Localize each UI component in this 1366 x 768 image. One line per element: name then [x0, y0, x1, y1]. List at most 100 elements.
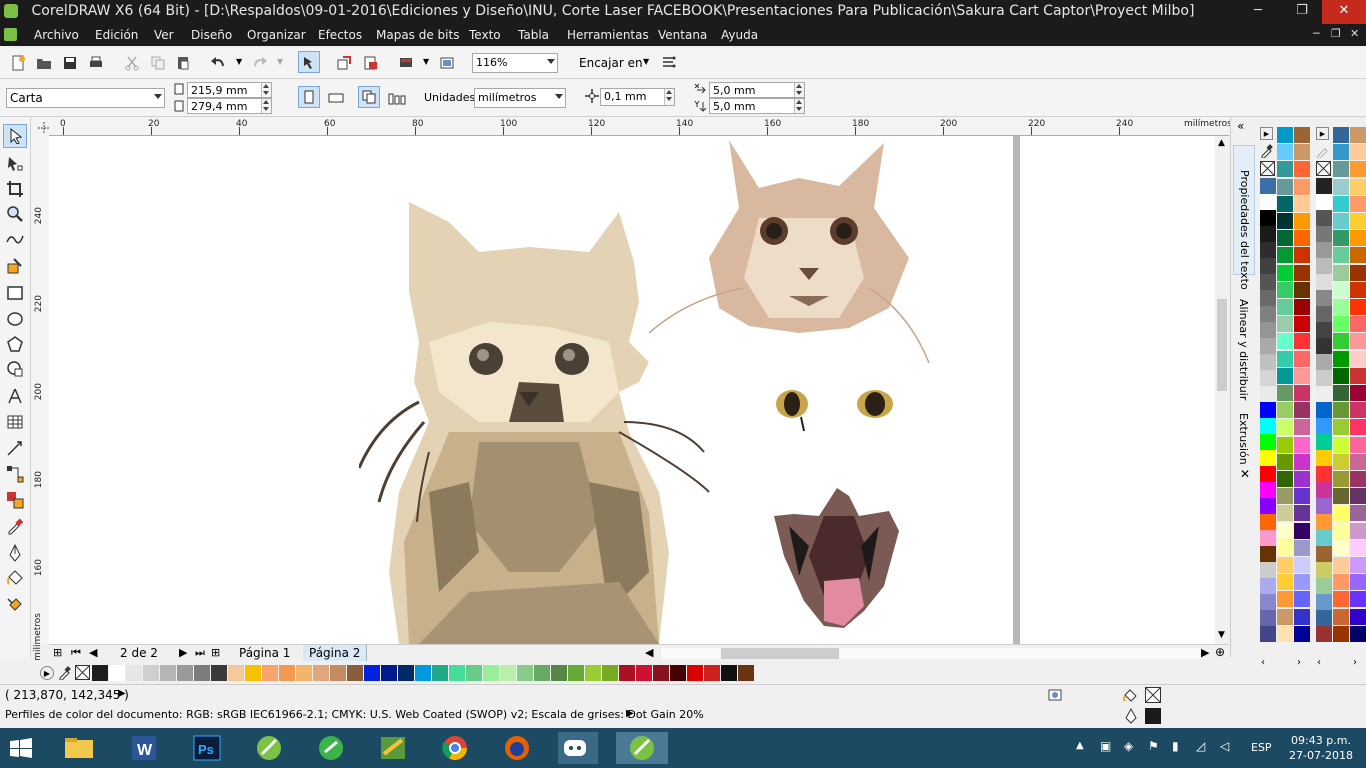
- color-swatch[interactable]: [1333, 333, 1349, 350]
- color-swatch[interactable]: [1260, 594, 1276, 610]
- color-swatch[interactable]: [1316, 226, 1332, 242]
- palette-eyedropper-icon[interactable]: [1316, 144, 1330, 158]
- menu-ver[interactable]: Ver: [154, 28, 174, 42]
- new-document-icon[interactable]: [10, 55, 26, 71]
- color-swatch[interactable]: [1316, 530, 1332, 546]
- color-swatch[interactable]: [1277, 247, 1293, 264]
- color-swatch[interactable]: [1316, 418, 1332, 434]
- fill-indicator-icon[interactable]: [1122, 687, 1138, 703]
- color-swatch[interactable]: [1316, 466, 1332, 482]
- document-palette-swatch[interactable]: [568, 665, 584, 681]
- document-palette-swatch[interactable]: [704, 665, 720, 681]
- navigator-zoom-icon[interactable]: ⊕: [1215, 645, 1225, 659]
- color-swatch[interactable]: [1277, 557, 1293, 573]
- color-swatch[interactable]: [1333, 522, 1349, 539]
- paper-size-select[interactable]: Carta: [6, 88, 165, 108]
- color-swatch[interactable]: [1260, 546, 1276, 562]
- document-palette-swatch[interactable]: [262, 665, 278, 681]
- color-swatch[interactable]: [1350, 591, 1366, 608]
- color-swatch[interactable]: [1260, 434, 1276, 450]
- doc-minimize-button[interactable]: ─: [1313, 27, 1320, 40]
- color-swatch[interactable]: [1277, 144, 1293, 161]
- coreldraw-active-taskbar-icon[interactable]: [616, 732, 668, 764]
- document-palette-swatch[interactable]: [500, 665, 516, 681]
- document-palette-swatch[interactable]: [602, 665, 618, 681]
- publish-pdf-icon[interactable]: [362, 55, 378, 71]
- color-swatch[interactable]: [1260, 562, 1276, 578]
- color-swatch[interactable]: [1333, 505, 1349, 522]
- pick-tool-button[interactable]: [3, 124, 27, 148]
- color-swatch[interactable]: [1350, 333, 1366, 350]
- dropbox-icon[interactable]: ◈: [1124, 739, 1133, 753]
- color-swatch[interactable]: [1350, 505, 1366, 522]
- color-swatch[interactable]: [1260, 338, 1276, 354]
- color-swatch[interactable]: [1333, 350, 1349, 367]
- color-swatch[interactable]: [1260, 402, 1276, 418]
- outline-pen-indicator-icon[interactable]: [1124, 708, 1138, 724]
- color-swatch[interactable]: [1316, 258, 1332, 274]
- color-swatch[interactable]: [1260, 450, 1276, 466]
- document-palette-swatch[interactable]: [653, 665, 669, 681]
- no-color-swatch[interactable]: [1316, 161, 1331, 176]
- wifi-icon[interactable]: ◿: [1196, 739, 1205, 753]
- color-swatch[interactable]: [1333, 608, 1349, 625]
- color-swatch[interactable]: [1260, 498, 1276, 514]
- color-swatch[interactable]: [1277, 299, 1293, 315]
- color-swatch[interactable]: [1277, 402, 1293, 419]
- color-swatch[interactable]: [1260, 322, 1276, 338]
- color-swatch[interactable]: [1260, 242, 1276, 258]
- color-swatch[interactable]: [1277, 316, 1293, 333]
- first-page-icon[interactable]: ⏮: [71, 646, 81, 660]
- tab-propiedades-del-texto[interactable]: Propiedades del texto: [1233, 145, 1255, 290]
- zoom-tool-icon[interactable]: [6, 205, 24, 223]
- color-swatch[interactable]: [1277, 264, 1293, 281]
- freehand-tool-icon[interactable]: [6, 230, 24, 248]
- redo-icon[interactable]: [252, 55, 268, 71]
- scroll-up-icon[interactable]: ▲: [1218, 138, 1225, 148]
- color-swatch[interactable]: [1294, 453, 1310, 470]
- color-swatch[interactable]: [1294, 213, 1310, 229]
- maximize-button[interactable]: ❐: [1280, 0, 1324, 24]
- color-swatch[interactable]: [1350, 299, 1366, 315]
- close-docker-icon[interactable]: ✕: [1240, 467, 1250, 481]
- color-swatch[interactable]: [1294, 539, 1310, 556]
- coordinates-expand-icon[interactable]: ▶: [118, 688, 126, 699]
- color-swatch[interactable]: [1316, 578, 1332, 594]
- menu-tabla[interactable]: Tabla: [518, 28, 549, 42]
- color-swatch[interactable]: [1260, 530, 1276, 546]
- color-swatch[interactable]: [1350, 247, 1366, 264]
- cat-head-vector-illustration[interactable]: [649, 138, 949, 368]
- color-swatch[interactable]: [1316, 210, 1332, 226]
- color-swatch[interactable]: [1294, 264, 1310, 281]
- page-width-spinner[interactable]: [261, 83, 271, 97]
- undo-icon[interactable]: [210, 55, 226, 71]
- color-swatch[interactable]: [1350, 471, 1366, 487]
- ruler-origin-icon[interactable]: [38, 122, 50, 134]
- color-swatch[interactable]: [1260, 626, 1276, 642]
- color-swatch[interactable]: [1260, 194, 1276, 210]
- all-pages-button[interactable]: [358, 86, 380, 108]
- color-swatch[interactable]: [1333, 574, 1349, 591]
- color-swatch[interactable]: [1316, 386, 1332, 402]
- color-swatch[interactable]: [1316, 338, 1332, 354]
- menu-ventana[interactable]: Ventana: [658, 28, 707, 42]
- color-swatch[interactable]: [1277, 213, 1293, 229]
- color-swatch[interactable]: [1260, 274, 1276, 290]
- color-swatch[interactable]: [1333, 539, 1349, 556]
- action-center-flag-icon[interactable]: ⚑: [1148, 739, 1159, 753]
- basic-shapes-tool-icon[interactable]: [6, 360, 24, 378]
- battery-icon[interactable]: ▮: [1172, 739, 1179, 753]
- copy-icon[interactable]: [150, 55, 166, 71]
- document-palette-swatch[interactable]: [211, 665, 227, 681]
- color-swatch[interactable]: [1350, 453, 1366, 470]
- menu-organizar[interactable]: Organizar: [247, 28, 306, 42]
- tab-extrusion[interactable]: Extrusión: [1233, 393, 1255, 465]
- zoom-level-select[interactable]: 116%: [472, 53, 558, 73]
- horizontal-scrollbar[interactable]: [661, 648, 1201, 659]
- connector-tool-icon[interactable]: [6, 465, 24, 483]
- color-swatch[interactable]: [1350, 419, 1366, 436]
- document-palette-swatch[interactable]: [585, 665, 601, 681]
- document-palette-swatch[interactable]: [194, 665, 210, 681]
- options-icon[interactable]: [661, 55, 677, 71]
- menu-texto[interactable]: Texto: [469, 28, 501, 42]
